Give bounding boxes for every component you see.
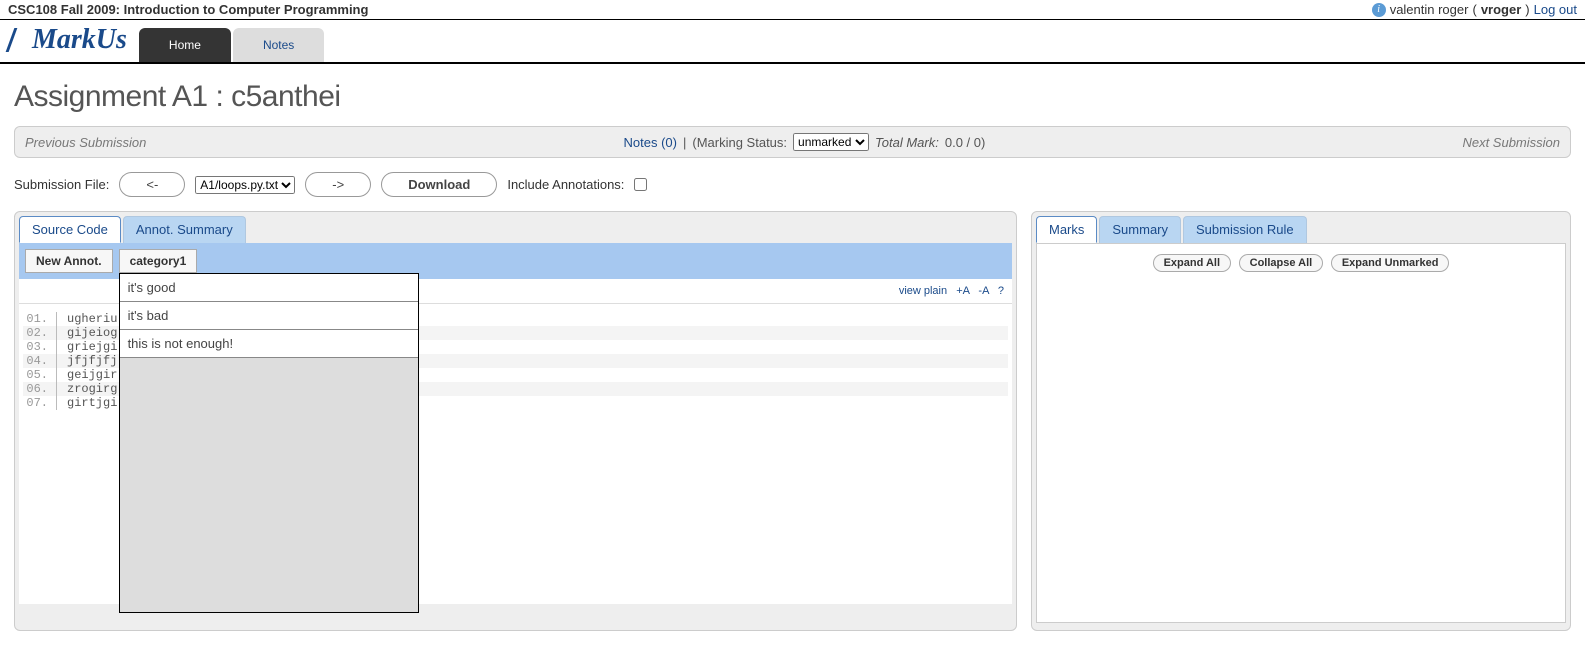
submission-file-label: Submission File: (14, 177, 109, 192)
logo[interactable]: MarkUs (10, 24, 127, 62)
font-decrease-button[interactable]: -A (978, 285, 988, 297)
page-title: Assignment A1 : c5anthei (14, 80, 1571, 114)
tab-submission-rule[interactable]: Submission Rule (1183, 216, 1307, 243)
status-bar: Previous Submission Notes (0) | (Marking… (14, 126, 1571, 158)
prev-file-button[interactable]: <- (119, 172, 185, 197)
left-panel: Source Code Annot. Summary New Annot. ca… (14, 211, 1017, 631)
file-select[interactable]: A1/loops.py.txt (195, 176, 295, 194)
expand-all-button[interactable]: Expand All (1153, 254, 1231, 272)
view-plain-link[interactable]: view plain (899, 285, 947, 297)
prev-submission-link[interactable]: Previous Submission (25, 135, 146, 150)
username: vroger (1481, 2, 1521, 17)
include-annotations-label: Include Annotations: (507, 177, 624, 192)
annotation-toolbar: New Annot. category1 it's good it's bad … (19, 243, 1012, 279)
marking-status-label: (Marking Status: (692, 135, 787, 150)
info-icon[interactable]: i (1372, 3, 1386, 17)
category-dropdown-menu: it's good it's bad this is not enough! (119, 273, 419, 613)
collapse-all-button[interactable]: Collapse All (1239, 254, 1324, 272)
marking-status-select[interactable]: unmarked (793, 133, 869, 151)
course-title: CSC108 Fall 2009: Introduction to Comput… (8, 2, 368, 17)
new-annotation-button[interactable]: New Annot. (25, 249, 113, 273)
user-display-name: valentin roger (1390, 2, 1469, 17)
download-button[interactable]: Download (381, 172, 497, 197)
marks-actions: Expand All Collapse All Expand Unmarked (1037, 244, 1565, 282)
tab-summary[interactable]: Summary (1099, 216, 1181, 243)
tab-notes[interactable]: Notes (233, 28, 324, 62)
expand-unmarked-button[interactable]: Expand Unmarked (1331, 254, 1450, 272)
dropdown-item[interactable]: it's good (120, 274, 418, 302)
help-link[interactable]: ? (998, 285, 1004, 297)
total-mark-label: Total Mark: (875, 135, 939, 150)
total-mark-value: 0.0 / 0) (945, 135, 985, 150)
logout-link[interactable]: Log out (1534, 2, 1577, 17)
nav-bar: MarkUs Home Notes (0, 20, 1585, 64)
include-annotations-checkbox[interactable] (634, 178, 647, 191)
next-submission-link[interactable]: Next Submission (1462, 135, 1560, 150)
top-bar: CSC108 Fall 2009: Introduction to Comput… (0, 0, 1585, 20)
tab-home[interactable]: Home (139, 28, 231, 62)
tab-source-code[interactable]: Source Code (19, 216, 121, 243)
tab-marks[interactable]: Marks (1036, 216, 1097, 243)
next-file-button[interactable]: -> (305, 172, 371, 197)
right-panel: Marks Summary Submission Rule Expand All… (1031, 211, 1571, 631)
dropdown-item[interactable]: it's bad (120, 302, 418, 330)
dropdown-item[interactable]: this is not enough! (120, 330, 418, 358)
notes-link[interactable]: Notes (0) (624, 135, 677, 150)
tab-annot-summary[interactable]: Annot. Summary (123, 216, 246, 243)
file-row: Submission File: <- A1/loops.py.txt -> D… (14, 158, 1571, 211)
category-dropdown-button[interactable]: category1 (119, 249, 198, 273)
nav-tabs: Home Notes (139, 28, 324, 62)
font-increase-button[interactable]: +A (956, 285, 969, 297)
user-area: i valentin roger ( vroger ) Log out (1372, 2, 1577, 17)
